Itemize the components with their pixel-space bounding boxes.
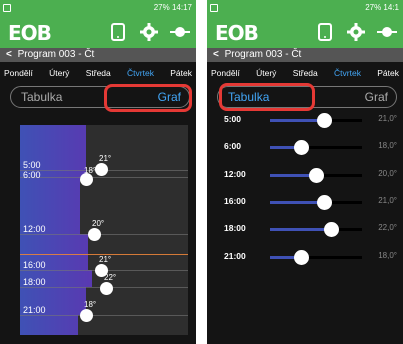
slider-fill xyxy=(270,201,324,204)
temperature-slider[interactable] xyxy=(270,168,362,183)
row-time: 5:00 xyxy=(224,114,242,124)
day-tab-active[interactable]: Čtvrtek xyxy=(127,68,154,78)
title-bar[interactable]: < Program 003 - Čt xyxy=(0,48,196,62)
day-tab[interactable]: Pátek xyxy=(170,68,192,78)
chevron-left-icon[interactable]: < xyxy=(6,49,12,60)
graph-point-knob[interactable] xyxy=(100,282,113,295)
tab-table[interactable]: Tabulka xyxy=(21,90,62,104)
status-text: 27% 14:1 xyxy=(365,3,399,12)
schedule-row: 12:00 20,0° xyxy=(207,168,403,183)
graph-temp-label: 21° xyxy=(99,154,112,163)
slider-knob[interactable] xyxy=(316,113,332,128)
day-tab[interactable]: Pondělí xyxy=(4,68,33,78)
slider-fill xyxy=(270,228,332,231)
program-title: Program 003 - Čt xyxy=(224,49,302,60)
graph-temp-label: 22° xyxy=(104,273,117,282)
app-bar: EOB xyxy=(0,16,196,48)
graph-temp-label: 18° xyxy=(84,166,97,175)
graph-time-label: 6:00 xyxy=(23,170,41,180)
row-temperature: 21,0° xyxy=(378,114,397,123)
graph-time-label: 16:00 xyxy=(23,260,46,270)
row-temperature: 22,0° xyxy=(378,223,397,232)
title-bar[interactable]: < Program 003 - Čt xyxy=(207,48,403,62)
graph-point-knob[interactable] xyxy=(88,228,101,241)
grid-line xyxy=(20,234,188,235)
graph-temp-label: 21° xyxy=(99,255,112,264)
row-time: 18:00 xyxy=(224,223,246,233)
schedule-row: 5:00 21,0° xyxy=(207,113,403,128)
tablet-icon[interactable] xyxy=(315,22,335,42)
graph-point-knob[interactable] xyxy=(95,163,108,176)
tab-graph[interactable]: Graf xyxy=(365,90,388,104)
slider-knob[interactable] xyxy=(316,195,332,210)
row-temperature: 18,0° xyxy=(378,141,397,150)
plug-icon[interactable] xyxy=(377,22,397,42)
temperature-slider[interactable] xyxy=(270,140,362,155)
status-bar: 27% 14:1 xyxy=(207,0,403,16)
day-tab[interactable]: Středa xyxy=(86,68,111,78)
grid-line xyxy=(20,177,188,178)
row-time: 6:00 xyxy=(224,141,242,151)
day-tab[interactable]: Úterý xyxy=(49,68,69,78)
slider-knob[interactable] xyxy=(324,222,340,237)
slider-fill xyxy=(270,119,324,122)
app-logo: EOB xyxy=(215,21,259,45)
graph-temp-label: 20° xyxy=(92,219,105,228)
day-tabs: Pondělí Úterý Středa Čtvrtek Pátek xyxy=(207,62,403,84)
temperature-graph: 5:00 6:00 12:00 16:00 18:00 21:00 21° 18… xyxy=(20,125,188,335)
slider-knob[interactable] xyxy=(309,168,324,183)
sim-icon xyxy=(210,4,218,12)
row-temperature: 21,0° xyxy=(378,196,397,205)
sim-icon xyxy=(3,4,11,12)
day-tab[interactable]: Pátek xyxy=(377,68,399,78)
schedule-row: 21:00 18,0° xyxy=(207,250,403,265)
day-tab[interactable]: Pondělí xyxy=(211,68,240,78)
temperature-slider[interactable] xyxy=(270,250,362,265)
row-time: 21:00 xyxy=(224,251,246,261)
schedule-row: 6:00 18,0° xyxy=(207,140,403,155)
graph-temp-label: 18° xyxy=(84,300,97,309)
status-text: 27% 14:17 xyxy=(153,3,192,12)
row-time: 16:00 xyxy=(224,196,246,206)
row-temperature: 18,0° xyxy=(378,251,397,260)
highlight-box xyxy=(104,84,192,112)
app-bar: EOB xyxy=(207,16,403,48)
temperature-slider[interactable] xyxy=(270,222,362,237)
day-tabs: Pondělí Úterý Středa Čtvrtek Pátek xyxy=(0,62,196,84)
day-tab[interactable]: Úterý xyxy=(256,68,276,78)
highlight-box xyxy=(219,83,315,111)
chevron-left-icon[interactable]: < xyxy=(213,49,219,60)
grid-line xyxy=(20,315,188,316)
graph-time-label: 18:00 xyxy=(23,277,46,287)
temperature-slider[interactable] xyxy=(270,113,362,128)
graph-time-label: 12:00 xyxy=(23,224,46,234)
slider-knob[interactable] xyxy=(293,140,309,155)
status-bar: 27% 14:17 xyxy=(0,0,196,16)
app-logo: EOB xyxy=(8,21,52,45)
day-tab-active[interactable]: Čtvrtek xyxy=(334,68,361,78)
plug-icon[interactable] xyxy=(170,22,190,42)
phone-table-view: 27% 14:1 EOB < Program 003 - Čt Pondělí … xyxy=(207,0,403,344)
graph-time-label: 5:00 xyxy=(23,160,41,170)
tablet-icon[interactable] xyxy=(108,22,128,42)
slider-knob[interactable] xyxy=(293,250,309,265)
phone-graph-view: 27% 14:17 EOB < Program 003 - Čt Pondělí… xyxy=(0,0,196,344)
graph-time-label: 21:00 xyxy=(23,305,46,315)
gear-icon[interactable] xyxy=(139,22,159,42)
day-tab[interactable]: Středa xyxy=(293,68,318,78)
temperature-slider[interactable] xyxy=(270,195,362,210)
schedule-row: 16:00 21,0° xyxy=(207,195,403,210)
gear-icon[interactable] xyxy=(346,22,366,42)
row-time: 12:00 xyxy=(224,169,246,179)
schedule-row: 18:00 22,0° xyxy=(207,222,403,237)
graph-point-knob[interactable] xyxy=(80,309,93,322)
row-temperature: 20,0° xyxy=(378,169,397,178)
program-title: Program 003 - Čt xyxy=(17,49,95,60)
